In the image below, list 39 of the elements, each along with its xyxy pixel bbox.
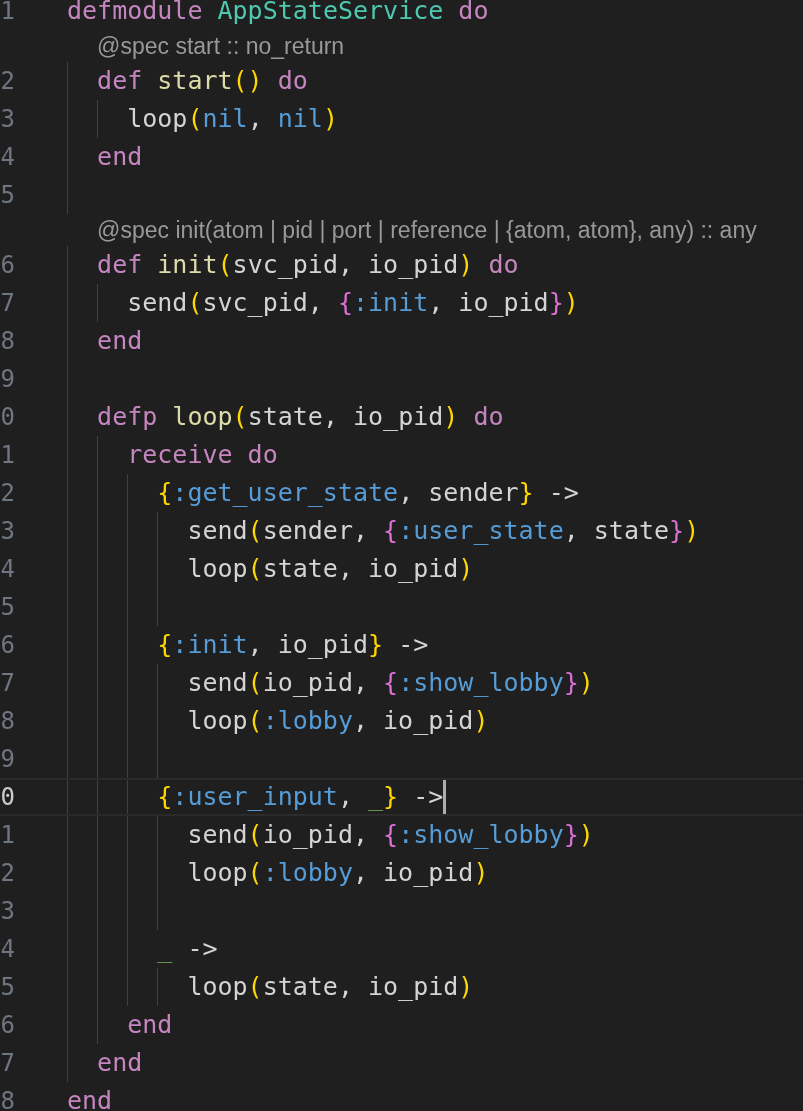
- code-line: end: [67, 1090, 113, 1111]
- line-number: 8: [0, 330, 15, 352]
- code-line: defmodule AppStateService do: [67, 0, 489, 22]
- line-number: 3: [0, 108, 15, 130]
- line-number: 4: [0, 558, 15, 580]
- line-number: 7: [0, 672, 15, 694]
- code-line: end: [97, 146, 143, 168]
- line-number: 1: [0, 0, 15, 22]
- line-number: 2: [0, 862, 15, 884]
- code-line: loop(nil, nil): [127, 108, 338, 130]
- line-number: 4: [0, 938, 15, 960]
- code-line: receive do: [127, 444, 278, 466]
- code-line: def start() do: [97, 70, 308, 92]
- line-number: 9: [0, 748, 15, 770]
- line-number: 6: [0, 634, 15, 656]
- line-number: 1: [0, 444, 15, 466]
- spec-codelens[interactable]: @spec init(atom | pid | port | reference | {atom, atom}, any) :: any: [97, 216, 757, 244]
- code-line: end: [97, 330, 143, 352]
- line-number: 8: [0, 710, 15, 732]
- line-number: 6: [0, 1014, 15, 1036]
- code-line: end: [127, 1014, 173, 1036]
- line-number: 5: [0, 184, 15, 206]
- line-number: 7: [0, 1052, 15, 1074]
- line-number: 6: [0, 254, 15, 276]
- line-number: 2: [0, 482, 15, 504]
- line-number: 4: [0, 146, 15, 168]
- line-number: 0: [0, 786, 15, 808]
- line-number: 1: [0, 824, 15, 846]
- code-line: end: [97, 1052, 143, 1074]
- line-number: 5: [0, 596, 15, 618]
- line-number: 3: [0, 520, 15, 542]
- spec-codelens[interactable]: @spec start :: no_return: [97, 32, 345, 60]
- line-number: 0: [0, 406, 15, 428]
- line-number: 9: [0, 368, 15, 390]
- line-number: 2: [0, 70, 15, 92]
- line-number: 7: [0, 292, 15, 314]
- line-number: 8: [0, 1090, 15, 1111]
- line-number: 5: [0, 976, 15, 998]
- line-number: 3: [0, 900, 15, 922]
